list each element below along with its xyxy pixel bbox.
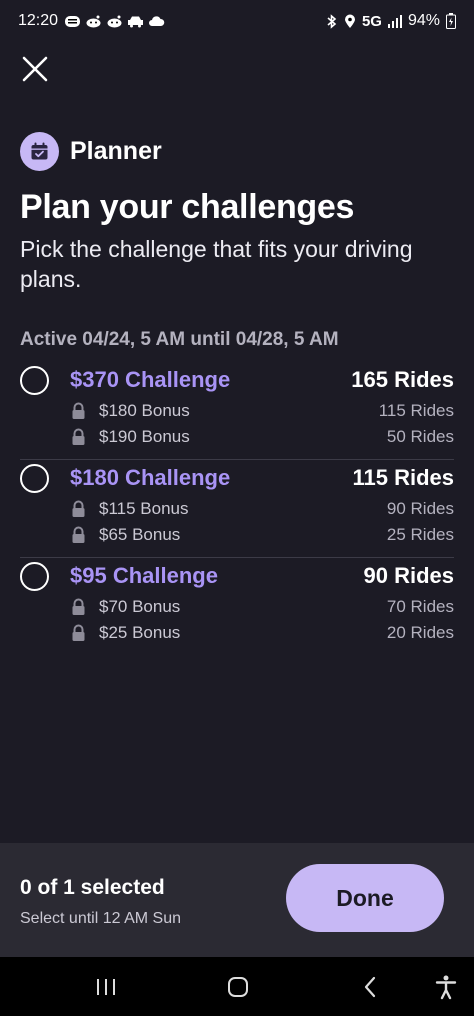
challenge-name: $95 Challenge — [70, 563, 218, 588]
home-icon[interactable] — [224, 973, 252, 1001]
cloud-icon — [149, 15, 165, 26]
bonus-rides: 20 Rides — [386, 623, 454, 642]
selection-footer: 0 of 1 selected Select until 12 AM Sun D… — [0, 843, 474, 957]
bonus-label: $115 Bonus — [99, 499, 189, 518]
bonus-item: $115 Bonus — [70, 499, 188, 519]
challenge-radio[interactable] — [20, 464, 49, 493]
challenge-rides: 90 Rides — [363, 563, 455, 588]
page-subtitle: Pick the challenge that fits your drivin… — [20, 236, 413, 292]
page-title: Plan your challenges — [20, 188, 355, 226]
challenge-list: $370 Challenge 165 Rides $180 Bonus 115 … — [20, 362, 454, 656]
challenge-radio[interactable] — [20, 562, 49, 591]
reddit-icon — [86, 15, 101, 27]
bonus-rides: 115 Rides — [378, 401, 454, 420]
back-icon[interactable] — [357, 973, 385, 1001]
network-type: 5G — [361, 12, 382, 30]
bonus-rides: 90 Rides — [386, 499, 454, 518]
status-bar: 12:20 5G 94% — [0, 0, 474, 42]
system-nav-bar — [0, 957, 474, 1016]
bonus-label: $65 Bonus — [99, 525, 181, 544]
challenge-option[interactable]: $180 Challenge 115 Rides $115 Bonus 90 R… — [20, 460, 454, 558]
challenge-option[interactable]: $370 Challenge 165 Rides $180 Bonus 115 … — [20, 362, 454, 460]
signal-icon — [387, 14, 402, 28]
bonus-item: $25 Bonus — [70, 623, 180, 643]
select-until-text: Select until 12 AM Sun — [20, 910, 181, 927]
bonus-label: $180 Bonus — [99, 401, 190, 420]
battery-icon — [446, 13, 456, 29]
status-time: 12:20 — [18, 12, 59, 29]
reddit-icon — [107, 15, 122, 27]
lock-icon — [72, 624, 85, 641]
challenge-radio[interactable] — [20, 366, 49, 395]
challenge-rides: 165 Rides — [351, 367, 454, 392]
bonus-rides: 50 Rides — [386, 427, 454, 446]
done-button[interactable]: Done — [286, 864, 444, 932]
planner-label: Planner — [70, 137, 162, 165]
challenge-option[interactable]: $95 Challenge 90 Rides $70 Bonus 70 Ride… — [20, 558, 454, 656]
selected-count: 0 of 1 selected — [20, 876, 165, 899]
challenge-name: $180 Challenge — [70, 465, 231, 490]
lock-icon — [72, 428, 85, 445]
battery-percent: 94% — [407, 12, 440, 29]
bonus-item: $65 Bonus — [70, 525, 180, 545]
challenge-name: $370 Challenge — [70, 367, 231, 392]
bonus-rides: 70 Rides — [386, 597, 454, 616]
bonus-label: $25 Bonus — [99, 623, 181, 642]
lock-icon — [72, 402, 85, 419]
bonus-item: $180 Bonus — [70, 401, 190, 421]
close-button[interactable] — [18, 52, 52, 86]
recent-apps-icon[interactable] — [92, 973, 120, 1001]
message-icon — [65, 15, 81, 27]
planner-header: Planner — [20, 132, 162, 171]
challenge-rides: 115 Rides — [352, 465, 454, 490]
bonus-item: $190 Bonus — [70, 427, 190, 447]
car-icon — [128, 16, 144, 27]
bonus-item: $70 Bonus — [70, 597, 180, 617]
bonus-label: $70 Bonus — [99, 597, 181, 616]
bonus-label: $190 Bonus — [99, 427, 190, 446]
bluetooth-icon — [327, 13, 337, 29]
accessibility-icon[interactable] — [432, 973, 460, 1001]
lock-icon — [72, 500, 85, 517]
lock-icon — [72, 598, 85, 615]
bonus-rides: 25 Rides — [386, 525, 454, 544]
location-icon — [344, 14, 355, 28]
active-period: Active 04/24, 5 AM until 04/28, 5 AM — [20, 329, 339, 350]
lock-icon — [72, 526, 85, 543]
calendar-icon — [20, 132, 59, 171]
